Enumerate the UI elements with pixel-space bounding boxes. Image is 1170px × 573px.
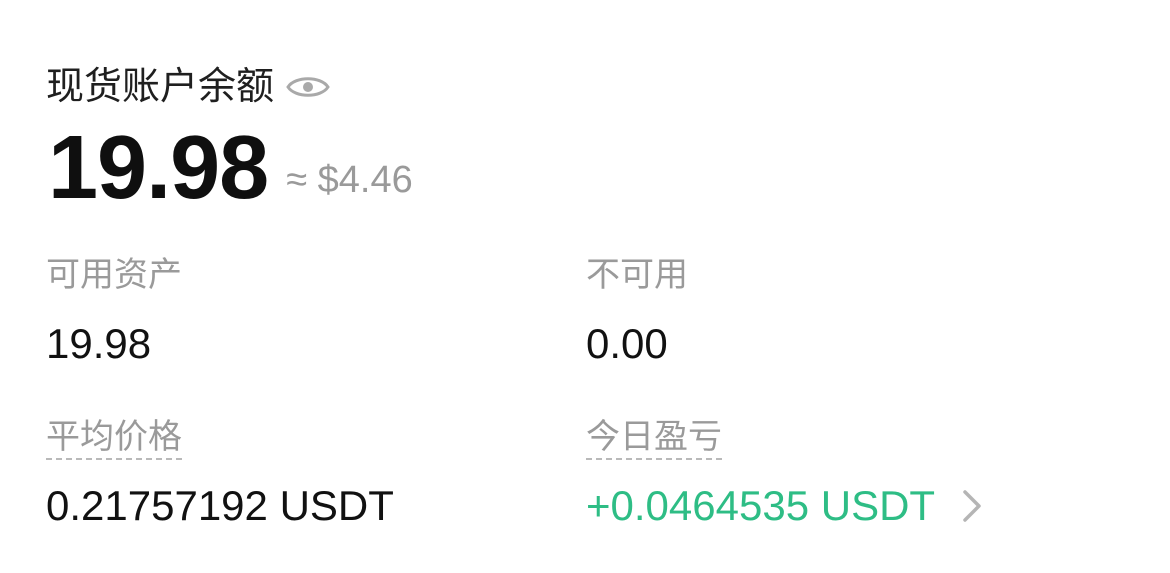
balance-amount: 19.98 <box>48 118 269 218</box>
unavailable-value: 0.00 <box>586 320 668 367</box>
avg-price-value: 0.21757192 USDT <box>46 482 394 529</box>
balance-amount-row: 19.98 ≈ $4.46 <box>48 118 413 218</box>
today-pnl-row[interactable]: +0.0464535 USDT <box>586 480 985 532</box>
unavailable-label: 不可用 <box>586 256 688 294</box>
eye-icon[interactable] <box>286 71 330 103</box>
avg-price-value-wrap: 0.21757192 USDT <box>46 480 394 532</box>
avg-price-label[interactable]: 平均价格 <box>46 418 182 460</box>
balance-fiat-estimate: ≈ $4.46 <box>286 159 413 201</box>
available-value: 19.98 <box>46 320 152 367</box>
unavailable-label-wrap: 不可用 <box>586 252 688 298</box>
balance-title: 现货账户余额 <box>46 66 275 108</box>
today-pnl-value: +0.0464535 USDT <box>586 482 936 529</box>
available-label-wrap: 可用资产 <box>46 252 182 298</box>
unavailable-value-wrap: 0.00 <box>586 318 668 370</box>
today-pnl-label-wrap: 今日盈亏 <box>586 414 722 460</box>
available-value-wrap: 19.98 <box>46 318 151 370</box>
chevron-right-icon[interactable] <box>959 486 985 526</box>
today-pnl-label[interactable]: 今日盈亏 <box>586 418 722 460</box>
avg-price-label-wrap: 平均价格 <box>46 414 182 460</box>
available-label: 可用资产 <box>46 256 182 294</box>
balance-header: 现货账户余额 <box>46 62 330 112</box>
